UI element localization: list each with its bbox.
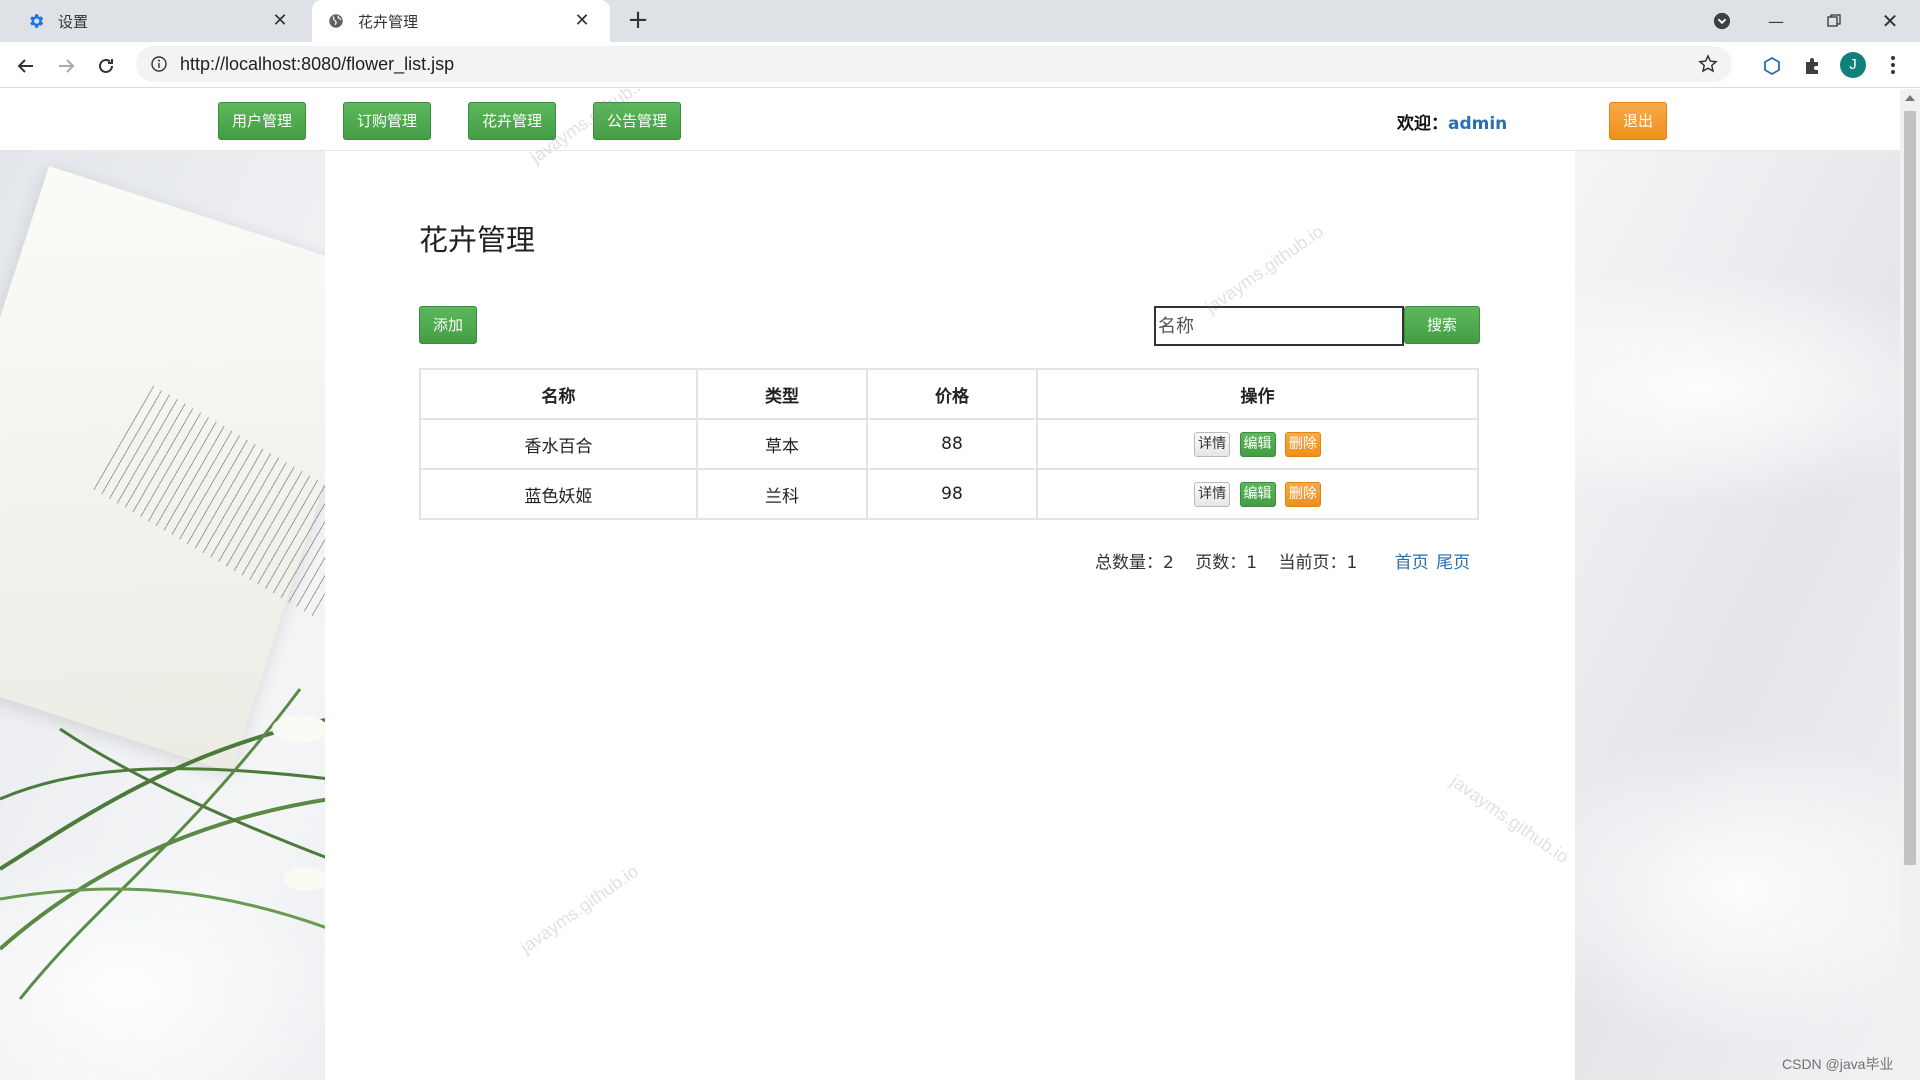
restore-icon[interactable] <box>1806 0 1862 42</box>
welcome-label: 欢迎： <box>1397 114 1448 134</box>
gear-icon <box>26 11 46 31</box>
close-icon[interactable]: ✕ <box>572 11 592 31</box>
more-menu-icon[interactable] <box>1880 52 1906 78</box>
cell-price: 98 <box>866 468 1038 520</box>
address-bar[interactable]: http://localhost:8080/flower_list.jsp <box>136 46 1732 82</box>
extension-icon[interactable] <box>1760 54 1784 78</box>
close-icon[interactable]: ✕ <box>270 11 290 31</box>
cell-name: 香水百合 <box>419 418 698 470</box>
reload-icon[interactable] <box>92 52 120 80</box>
table-row: 蓝色妖姬 兰科 98 详情 编辑 删除 <box>419 468 1479 520</box>
table-header-row: 名称 类型 价格 操作 <box>419 368 1479 420</box>
puzzle-icon[interactable] <box>1800 54 1824 78</box>
cell-actions: 详情 编辑 删除 <box>1036 468 1479 520</box>
cell-price: 88 <box>866 418 1038 470</box>
column-header-type: 类型 <box>696 368 868 420</box>
url-text: http://localhost:8080/flower_list.jsp <box>180 53 455 74</box>
background-flower-stems <box>0 688 330 1000</box>
pager-first-link[interactable]: 首页 <box>1395 553 1429 573</box>
logout-button[interactable]: 退出 <box>1609 102 1667 140</box>
new-tab-button[interactable]: + <box>624 6 652 34</box>
page-title: 花卉管理 <box>419 223 536 257</box>
delete-button[interactable]: 删除 <box>1284 431 1321 457</box>
pager-current: 当前页：1 <box>1278 553 1358 573</box>
pager-last-link[interactable]: 尾页 <box>1436 553 1470 573</box>
column-header-name: 名称 <box>419 368 698 420</box>
pager-total: 总数量：2 <box>1095 553 1174 573</box>
edit-button[interactable]: 编辑 <box>1239 431 1276 457</box>
pager-pages: 页数：1 <box>1195 553 1258 573</box>
forward-arrow-icon[interactable] <box>52 52 80 80</box>
flower-table: 名称 类型 价格 操作 香水百合 草本 88 详情 编辑 删除 蓝色妖姬 兰科 … <box>419 368 1479 520</box>
profile-avatar[interactable]: J <box>1840 52 1866 78</box>
username[interactable]: admin <box>1448 114 1507 134</box>
browser-tabstrip: 设置 ✕ 花卉管理 ✕ + — ✕ <box>0 0 1920 42</box>
nav-flower-management-button[interactable]: 花卉管理 <box>468 102 556 140</box>
browser-toolbar: http://localhost:8080/flower_list.jsp <box>0 42 1920 88</box>
top-navbar: 用户管理 订购管理 花卉管理 公告管理 欢迎：admin 退出 <box>0 89 1900 151</box>
detail-button[interactable]: 详情 <box>1194 481 1231 507</box>
scrollbar-thumb[interactable] <box>1904 111 1916 865</box>
back-arrow-icon[interactable] <box>12 52 40 80</box>
footer-credit: CSDN @java毕业 <box>1782 1056 1894 1072</box>
search-button[interactable]: 搜索 <box>1404 306 1480 344</box>
minimize-icon[interactable]: — <box>1748 0 1804 42</box>
column-header-price: 价格 <box>866 368 1038 420</box>
main-content: 花卉管理 添加 搜索 名称 类型 价格 操作 香水百合 草本 88 详情 <box>325 151 1575 1080</box>
page-scrollbar[interactable] <box>1900 89 1920 1080</box>
add-button[interactable]: 添加 <box>419 306 477 344</box>
cell-name: 蓝色妖姬 <box>419 468 698 520</box>
cell-type: 兰科 <box>696 468 868 520</box>
tab-label: 设置 <box>58 12 89 31</box>
nav-order-management-button[interactable]: 订购管理 <box>343 102 431 140</box>
delete-button[interactable]: 删除 <box>1284 481 1321 507</box>
search-input[interactable] <box>1154 306 1404 346</box>
column-header-actions: 操作 <box>1036 368 1479 420</box>
tab-flower-management[interactable]: 花卉管理 ✕ <box>312 0 610 42</box>
edit-button[interactable]: 编辑 <box>1239 481 1276 507</box>
detail-button[interactable]: 详情 <box>1194 431 1231 457</box>
scroll-up-arrow-icon[interactable] <box>1905 95 1915 101</box>
info-icon[interactable] <box>150 55 168 73</box>
window-close-icon[interactable]: ✕ <box>1862 0 1918 42</box>
nav-user-management-button[interactable]: 用户管理 <box>218 102 306 140</box>
tab-label: 花卉管理 <box>358 12 419 31</box>
bookmark-star-icon[interactable] <box>1698 54 1718 74</box>
tab-settings[interactable]: 设置 ✕ <box>0 0 308 42</box>
tab-search-icon[interactable] <box>1694 0 1750 42</box>
welcome-text: 欢迎：admin <box>1397 109 1507 134</box>
table-row: 香水百合 草本 88 详情 编辑 删除 <box>419 418 1479 470</box>
cell-type: 草本 <box>696 418 868 470</box>
cell-actions: 详情 编辑 删除 <box>1036 418 1479 470</box>
globe-icon <box>326 11 346 31</box>
pagination: 总数量：2 页数：1 当前页：1 首页 尾页 <box>1095 548 1470 573</box>
page-viewport: 用户管理 订购管理 花卉管理 公告管理 欢迎：admin 退出 花卉管理 添加 … <box>0 89 1900 1080</box>
